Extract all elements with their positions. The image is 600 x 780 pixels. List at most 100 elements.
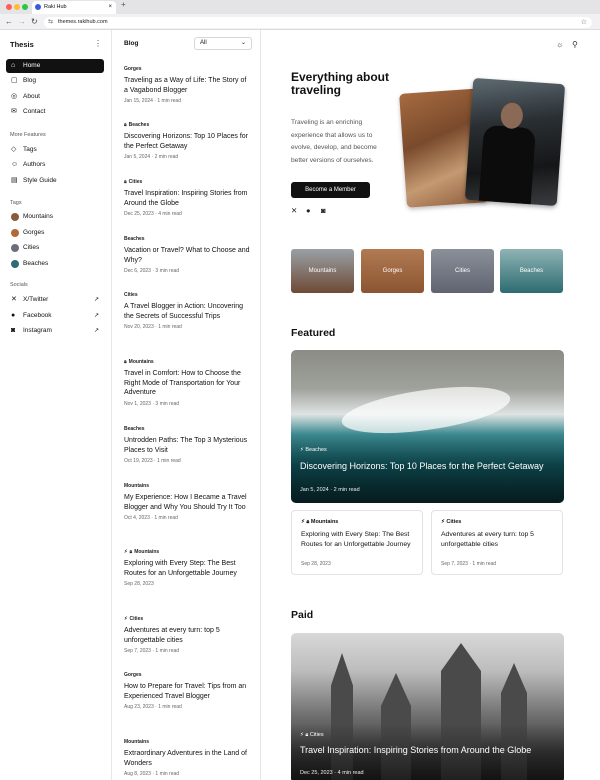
- post-title[interactable]: Travel Inspiration: Inspiring Stories fr…: [124, 189, 252, 208]
- maximize-window-icon[interactable]: [22, 4, 28, 10]
- sidebar-item-label: Gorges: [23, 229, 45, 236]
- lock-icon: 🔒︎: [129, 549, 133, 555]
- more-options-icon[interactable]: ⋮: [94, 39, 102, 48]
- blog-list-item[interactable]: Beaches Vacation or Travel? What to Choo…: [124, 235, 252, 274]
- post-category: Mountains: [124, 483, 149, 489]
- post-meta: Jan 15, 2024 · 1 min read: [124, 98, 181, 105]
- instagram-icon[interactable]: ◙: [321, 206, 336, 215]
- blog-list-item[interactable]: Mountains Extraordinary Adventures in th…: [124, 738, 252, 777]
- tag-card-beaches[interactable]: Beaches: [500, 249, 563, 293]
- sidebar-item-blog[interactable]: ▢ Blog: [6, 74, 104, 88]
- blog-list-item[interactable]: 🔒︎ Mountains Travel in Comfort: How to Ch…: [124, 358, 252, 407]
- tag-card-cities[interactable]: Cities: [431, 249, 494, 293]
- minimize-window-icon[interactable]: [14, 4, 20, 10]
- card-date: Sep 28, 2023: [301, 561, 331, 567]
- address-bar[interactable]: ⇆ themes.rakihub.com ☆: [44, 17, 592, 28]
- new-tab-button[interactable]: +: [121, 0, 126, 9]
- post-title[interactable]: Untrodden Paths: The Top 3 Mysterious Pl…: [124, 436, 252, 455]
- document-icon: ▤: [11, 177, 18, 184]
- featured-small-card[interactable]: ⚡︎ Cities Adventures at every turn: top …: [431, 510, 563, 575]
- blog-list-item[interactable]: Beaches Untrodden Paths: The Top 3 Myste…: [124, 425, 252, 464]
- featured-title[interactable]: Discovering Horizons: Top 10 Places for …: [300, 460, 550, 472]
- hero-description: Traveling is an enriching experience tha…: [291, 119, 377, 164]
- sidebar-item-contact[interactable]: ✉ Contact: [6, 105, 104, 119]
- sidebar-item-style-guide[interactable]: ▤ Style Guide: [6, 174, 104, 188]
- post-category: Cities: [124, 292, 138, 298]
- blog-list-item[interactable]: ⚡︎ 🔒︎ Mountains Exploring with Every Step:…: [124, 548, 252, 587]
- post-title[interactable]: Exploring with Every Step: The Best Rout…: [124, 559, 252, 578]
- post-title[interactable]: Vacation or Travel? What to Choose and W…: [124, 246, 252, 265]
- card-read-time: 1 min read: [472, 561, 497, 567]
- blog-list-item[interactable]: Gorges Traveling as a Way of Life: The S…: [124, 65, 252, 104]
- post-read-time: 1 min read: [155, 648, 180, 655]
- card-title[interactable]: Exploring with Every Step: The Best Rout…: [301, 530, 419, 550]
- sidebar-tag-mountains[interactable]: Mountains: [6, 210, 104, 224]
- post-date: Jan 15, 2024: [124, 98, 153, 105]
- post-title[interactable]: My Experience: How I Became a Travel Blo…: [124, 493, 252, 512]
- blog-list-item[interactable]: 🔒︎ Beaches Discovering Horizons: Top 10 P…: [124, 121, 252, 160]
- post-title[interactable]: Traveling as a Way of Life: The Story of…: [124, 76, 252, 95]
- sidebar-item-tags[interactable]: ◇ Tags: [6, 143, 104, 157]
- sidebar-item-home[interactable]: ⌂ Home: [6, 59, 104, 73]
- facebook-icon[interactable]: ●: [306, 206, 321, 215]
- close-window-icon[interactable]: [6, 4, 12, 10]
- become-member-button[interactable]: Become a Member: [291, 182, 370, 198]
- post-title[interactable]: Travel in Comfort: How to Choose the Rig…: [124, 369, 252, 398]
- post-category-label: Cities: [128, 179, 143, 185]
- sidebar-item-authors[interactable]: ☺ Authors: [6, 158, 104, 172]
- blog-list-item[interactable]: Cities A Travel Blogger in Action: Uncov…: [124, 291, 252, 330]
- paid-date: Dec 25, 2023: [300, 770, 333, 776]
- card-title[interactable]: Adventures at every turn: top 5 unforget…: [441, 530, 559, 550]
- blog-list-item[interactable]: 🔒︎ Cities Travel Inspiration: Inspiring S…: [124, 178, 252, 217]
- tag-card-mountains[interactable]: Mountains: [291, 249, 354, 293]
- paid-title[interactable]: Travel Inspiration: Inspiring Stories fr…: [300, 744, 550, 756]
- sidebar-tag-gorges[interactable]: Gorges: [6, 226, 104, 240]
- sidebar-item-label: Instagram: [23, 327, 52, 334]
- post-title[interactable]: Discovering Horizons: Top 10 Places for …: [124, 132, 252, 151]
- browser-tab[interactable]: Raki Hub ×: [32, 1, 116, 14]
- paid-main-card[interactable]: ⚡︎ 🔒︎ Cities Travel Inspiration: Inspiri…: [291, 633, 564, 780]
- chevron-down-icon: ⌄: [240, 40, 246, 46]
- back-icon[interactable]: ←: [5, 17, 13, 27]
- post-read-time: 1 min read: [157, 458, 181, 465]
- blog-list-item[interactable]: Gorges How to Prepare for Travel: Tips f…: [124, 671, 252, 710]
- post-title[interactable]: How to Prepare for Travel: Tips from an …: [124, 682, 252, 701]
- sidebar-tag-cities[interactable]: Cities: [6, 241, 104, 255]
- site-brand[interactable]: Thesis: [10, 40, 34, 49]
- site-info-icon[interactable]: ⇆: [48, 17, 53, 28]
- post-read-time: 3 min read: [155, 268, 180, 275]
- post-category-label: Cities: [129, 616, 144, 622]
- post-title[interactable]: Adventures at every turn: top 5 unforget…: [124, 626, 252, 645]
- category-filter-select[interactable]: All ⌄: [194, 37, 252, 50]
- reload-icon[interactable]: ↻: [31, 17, 38, 27]
- card-category-label: Cities: [446, 519, 462, 525]
- post-title[interactable]: A Travel Blogger in Action: Uncovering t…: [124, 302, 252, 321]
- forward-icon[interactable]: →: [18, 17, 26, 27]
- featured-heading: Featured: [291, 327, 336, 339]
- post-title[interactable]: Extraordinary Adventures in the Land of …: [124, 749, 252, 768]
- featured-main-card[interactable]: ⚡︎ Beaches Discovering Horizons: Top 10 …: [291, 350, 564, 503]
- sidebar-item-label: Blog: [23, 77, 37, 84]
- search-icon[interactable]: ⚲: [572, 40, 578, 49]
- post-date: Dec 6, 2023: [124, 268, 151, 275]
- tag-card-gorges[interactable]: Gorges: [361, 249, 424, 293]
- sidebar-social-facebook[interactable]: ● Facebook ↗: [6, 309, 104, 323]
- sidebar-social-x[interactable]: ✕ X/Twitter ↗: [6, 293, 104, 307]
- featured-small-card[interactable]: ⚡︎ 🔒︎ Mountains Exploring with Every Ste…: [291, 510, 423, 575]
- blog-list-item[interactable]: Mountains My Experience: How I Became a …: [124, 482, 252, 521]
- bookmark-star-icon[interactable]: ☆: [581, 17, 587, 28]
- featured-category: ⚡︎ Beaches: [300, 447, 327, 453]
- sidebar-social-instagram[interactable]: ◙ Instagram ↗: [6, 324, 104, 338]
- card-category: ⚡︎ 🔒︎ Mountains: [301, 519, 339, 525]
- tab-bar: Raki Hub × +: [0, 0, 600, 14]
- sidebar-item-about[interactable]: ◎ About: [6, 90, 104, 104]
- theme-toggle-icon[interactable]: ☼: [556, 40, 563, 49]
- blog-list-item[interactable]: ⚡︎ Cities Adventures at every turn: top 5…: [124, 615, 252, 654]
- sidebar-tag-beaches[interactable]: Beaches: [6, 257, 104, 271]
- x-icon[interactable]: ✕: [291, 206, 306, 215]
- post-meta: Dec 25, 2023 · 4 min read: [124, 211, 182, 218]
- lock-icon: 🔒︎: [124, 359, 127, 365]
- post-read-time: 1 min read: [155, 771, 180, 778]
- featured-read-time: 2 min read: [333, 487, 360, 493]
- tab-close-icon[interactable]: ×: [108, 1, 112, 14]
